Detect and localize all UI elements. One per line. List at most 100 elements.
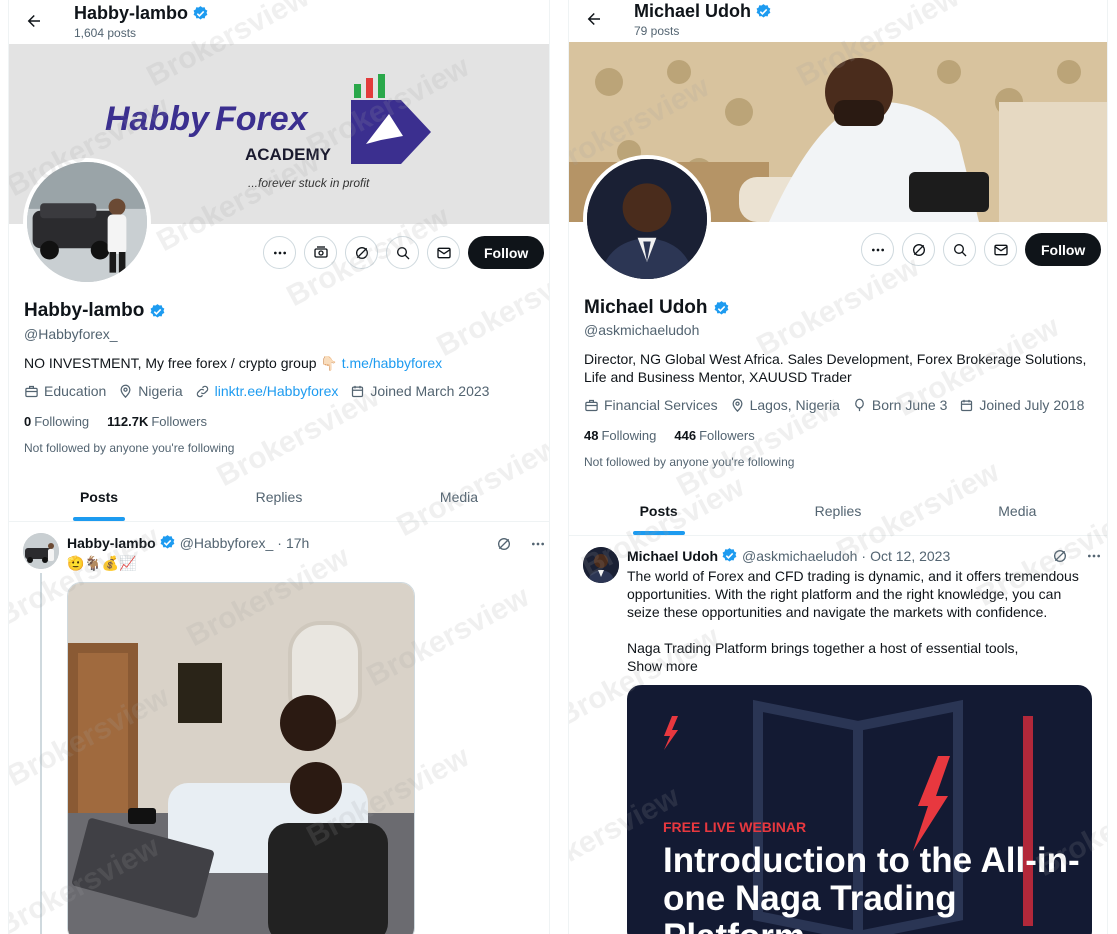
follow-button[interactable]: Follow <box>468 236 545 269</box>
profile-display-name: Michael Udoh <box>584 297 730 319</box>
more-dots-icon <box>871 248 884 251</box>
post-text: The world of Forex and CFD trading is dy… <box>627 568 1079 620</box>
not-followed-notice: Not followed by anyone you're following <box>24 441 235 455</box>
more-dots-icon <box>273 251 286 254</box>
post-tools <box>1051 547 1103 565</box>
profile-avatar[interactable] <box>23 158 151 286</box>
post-photo[interactable] <box>67 582 415 934</box>
verified-badge-icon <box>755 3 772 20</box>
profile-meta: Education Nigeria linktr.ee/Habbyforex J… <box>24 383 501 399</box>
subscribe-button[interactable] <box>304 236 337 269</box>
more-dots-icon[interactable] <box>529 535 547 553</box>
more-dots-icon[interactable] <box>1085 547 1103 565</box>
webinar-title: Introduction to the All-in-one Naga Trad… <box>663 841 1080 934</box>
calendar-icon <box>352 385 364 397</box>
profile-tabs: Posts Replies Media <box>569 486 1107 536</box>
location-pin-icon <box>120 384 131 398</box>
profile-header-bar: Michael Udoh 79 posts <box>569 0 1107 44</box>
location-pin-icon <box>732 398 743 412</box>
post-avatar[interactable] <box>583 547 619 583</box>
profile-tabs: Posts Replies Media <box>9 472 549 522</box>
profile-panel-left: Habby-lambo 1,604 posts Habby Forex ACAD… <box>8 0 550 934</box>
post-count: 1,604 posts <box>74 26 137 40</box>
svg-text:...forever stuck in profit: ...forever stuck in profit <box>248 176 370 190</box>
meta-joined: Joined July 2018 <box>959 397 1084 413</box>
post-text: 🫡🐐💰📈 <box>67 555 137 571</box>
grok-button[interactable] <box>902 233 935 266</box>
profile-handle: @Habbyforex_ <box>24 326 118 342</box>
profile-stats: 48 Following 446 Followers <box>584 428 755 443</box>
post-text-continued: Naga Trading Platform brings together a … <box>627 640 1019 656</box>
tab-replies[interactable]: Replies <box>189 472 369 521</box>
grok-icon[interactable] <box>1051 547 1069 565</box>
header-display-name: Michael Udoh <box>634 1 772 22</box>
profile-header-bar: Habby-lambo 1,604 posts <box>9 0 549 44</box>
verified-badge-icon <box>159 534 176 551</box>
profile-bio: NO INVESTMENT, My free forex / crypto gr… <box>24 355 443 371</box>
grok-icon <box>912 243 925 256</box>
meta-joined: Joined March 2023 <box>350 383 489 399</box>
message-button[interactable] <box>984 233 1017 266</box>
meta-website[interactable]: linktr.ee/Habbyforex <box>195 383 338 399</box>
grok-icon[interactable] <box>495 535 513 553</box>
more-options-button[interactable] <box>861 233 894 266</box>
post-count: 79 posts <box>634 24 680 38</box>
verified-badge-icon <box>149 303 166 320</box>
link-icon <box>196 385 208 397</box>
search-profile-button[interactable] <box>386 236 419 269</box>
post-item[interactable]: Michael Udoh @askmichaeludoh · Oct 12, 2… <box>569 537 1107 934</box>
grok-button[interactable] <box>345 236 378 269</box>
tab-replies[interactable]: Replies <box>748 486 927 535</box>
back-arrow-icon[interactable] <box>583 8 605 30</box>
balloon-icon <box>855 398 864 411</box>
verified-badge-icon <box>192 5 209 22</box>
svg-text:ACADEMY: ACADEMY <box>245 145 332 164</box>
more-options-button[interactable] <box>263 236 296 269</box>
money-icon <box>313 245 328 258</box>
webinar-tag: FREE LIVE WEBINAR <box>663 819 807 835</box>
meta-category: Financial Services <box>584 397 718 413</box>
bio-link[interactable]: t.me/habbyforex <box>342 355 442 371</box>
profile-panel-right: Michael Udoh 79 posts Follow Michael Udo… <box>568 0 1108 934</box>
profile-meta: Financial Services Lagos, Nigeria Born J… <box>584 397 1096 413</box>
profile-actions: Follow <box>263 236 545 269</box>
watermark-text: Brokersview <box>751 250 925 364</box>
post-header: Michael Udoh @askmichaeludoh · Oct 12, 2… <box>627 547 951 564</box>
calendar-icon <box>961 399 973 411</box>
svg-text:Habby: Habby <box>105 100 211 138</box>
profile-handle: @askmichaeludoh <box>584 322 700 338</box>
following-link[interactable]: 0 Following <box>24 414 89 429</box>
followers-link[interactable]: 112.7K Followers <box>107 414 207 429</box>
briefcase-icon <box>585 399 598 411</box>
header-display-name: Habby-lambo <box>74 3 209 24</box>
meta-location: Lagos, Nigeria <box>730 397 840 413</box>
post-avatar[interactable] <box>23 533 59 569</box>
search-profile-button[interactable] <box>943 233 976 266</box>
profile-bio: Director, NG Global West Africa. Sales D… <box>584 351 1087 385</box>
not-followed-notice: Not followed by anyone you're following <box>584 455 795 469</box>
meta-category: Education <box>24 383 106 399</box>
thread-line <box>40 573 42 934</box>
profile-stats: 0 Following 112.7K Followers <box>24 414 207 429</box>
following-link[interactable]: 48 Following <box>584 428 656 443</box>
message-button[interactable] <box>427 236 460 269</box>
profile-avatar[interactable] <box>583 155 711 283</box>
webinar-card[interactable]: FREE LIVE WEBINAR Introduction to the Al… <box>627 685 1092 934</box>
profile-actions: Follow <box>861 233 1102 266</box>
back-arrow-icon[interactable] <box>23 10 45 32</box>
profile-display-name: Habby-lambo <box>24 300 166 322</box>
tab-posts[interactable]: Posts <box>569 486 748 535</box>
verified-badge-icon <box>721 547 738 564</box>
envelope-icon <box>993 244 1008 255</box>
tab-media[interactable]: Media <box>928 486 1107 535</box>
tab-media[interactable]: Media <box>369 472 549 521</box>
post-item[interactable]: Habby-lambo @Habbyforex_ · 17h 🫡🐐💰📈 <box>9 523 549 934</box>
followers-link[interactable]: 446 Followers <box>674 428 754 443</box>
meta-birthday: Born June 3 <box>852 397 947 413</box>
post-header: Habby-lambo @Habbyforex_ · 17h <box>67 534 310 551</box>
search-icon <box>953 243 966 256</box>
tab-posts[interactable]: Posts <box>9 472 189 521</box>
show-more-link[interactable]: Show more <box>627 657 698 675</box>
follow-button[interactable]: Follow <box>1025 233 1102 266</box>
envelope-icon <box>436 247 451 258</box>
